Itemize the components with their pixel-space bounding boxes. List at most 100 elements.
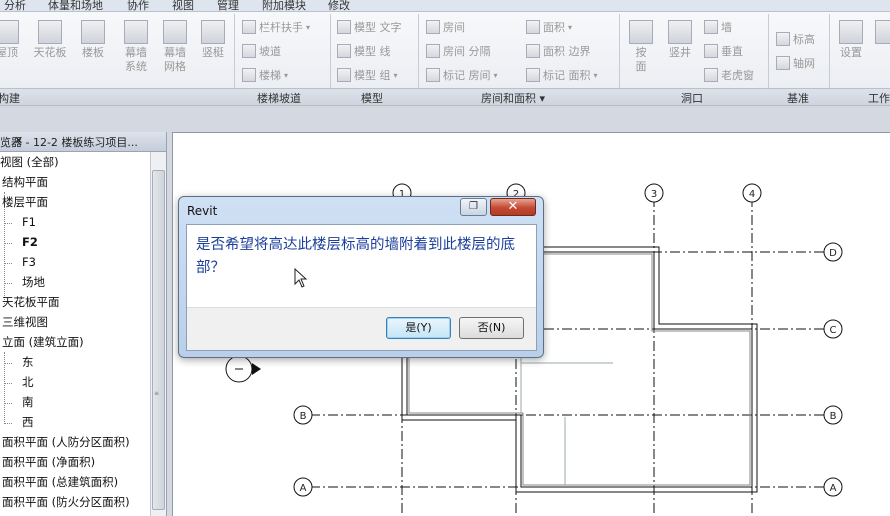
- menu-item-massing-site[interactable]: 体量和场地: [48, 0, 103, 11]
- tree-item-north[interactable]: 北: [22, 372, 34, 392]
- grid-label-c: C: [830, 325, 837, 336]
- tree-item-structural-plans[interactable]: 结构平面: [2, 172, 48, 192]
- dialog-message: 是否希望将高达此楼层标高的墙附着到此楼层的底部？: [196, 237, 515, 276]
- tree-item-f1[interactable]: F1: [22, 212, 36, 232]
- tree-item-area-plan-civil-defense[interactable]: 面积平面 (人防分区面积): [2, 432, 130, 452]
- mullion-icon: [201, 20, 225, 44]
- tree-guide-line: [4, 223, 12, 224]
- area-boundary-button[interactable]: 面积 边界: [526, 42, 591, 60]
- panel-title-room-area[interactable]: 房间和面积 ▾: [481, 90, 545, 105]
- panel-title-model: 模型: [361, 92, 383, 105]
- grid-button[interactable]: 轴网: [776, 54, 815, 72]
- tree-item-3d-views[interactable]: 三维视图: [2, 312, 48, 332]
- ceiling-label: 天花板: [33, 46, 67, 59]
- tag-area-button[interactable]: 标记 面积 ▾: [526, 66, 598, 84]
- tree-item-west[interactable]: 西: [22, 412, 34, 432]
- scrollbar-thumb[interactable]: [152, 170, 165, 510]
- tag-room-button[interactable]: 标记 房间 ▾: [426, 66, 498, 84]
- menu-item-collaborate[interactable]: 协作: [127, 0, 149, 11]
- set-workplane-button[interactable]: 设置: [834, 20, 868, 60]
- tree-item-area-plan-net[interactable]: 面积平面 (净面积): [2, 452, 95, 472]
- model-line-button[interactable]: 模型 线: [337, 42, 391, 60]
- area-button[interactable]: 面积 ▾: [526, 18, 572, 36]
- browser-scrollbar[interactable]: ≡: [150, 152, 166, 516]
- menu-item-manage[interactable]: 管理: [217, 0, 239, 11]
- grid-label-a-left: A: [300, 483, 307, 494]
- tree-item-area-plan-gross[interactable]: 面积平面 (总建筑面积): [2, 472, 118, 492]
- menu-item-analyze[interactable]: 分析: [4, 0, 26, 11]
- grid-label-b: B: [830, 411, 837, 422]
- dormer-icon: [704, 68, 718, 82]
- level-button[interactable]: 标高: [776, 30, 815, 48]
- railing-button[interactable]: 栏杆扶手 ▾: [242, 18, 310, 36]
- ribbon-gap: [0, 106, 890, 132]
- grid-label: 轴网: [793, 57, 815, 70]
- no-button[interactable]: 否(N): [459, 317, 524, 339]
- floor-button[interactable]: 楼板: [76, 20, 110, 60]
- ceiling-button[interactable]: 天花板: [28, 20, 72, 60]
- room-icon: [426, 20, 440, 34]
- menu-bar: 分析 体量和场地 协作 视图 管理 附加模块 修改: [0, 0, 890, 12]
- railing-label: 栏杆扶手: [259, 21, 303, 34]
- tree-item-f3[interactable]: F3: [22, 252, 36, 272]
- curtain-system-button[interactable]: 幕墙 系统: [118, 20, 154, 74]
- tree-guide-line: [4, 263, 12, 264]
- curtain-grid-icon: [163, 20, 187, 44]
- tree-item-site[interactable]: 场地: [22, 272, 45, 292]
- ramp-label: 坡道: [259, 45, 281, 58]
- shaft-button[interactable]: 竖井: [662, 20, 698, 60]
- tree-item-ceiling-plans[interactable]: 天花板平面: [2, 292, 60, 312]
- roof-icon: [0, 20, 19, 44]
- dialog-close-button[interactable]: ✕: [490, 198, 536, 216]
- tree-item-area-plan-fire[interactable]: 面积平面 (防火分区面积): [2, 492, 130, 512]
- yes-button[interactable]: 是(Y): [386, 317, 451, 339]
- tree-item-views-all[interactable]: 视图 (全部): [0, 152, 59, 172]
- ramp-icon: [242, 44, 256, 58]
- tree-guide-line: [4, 243, 12, 244]
- vertical-opening-icon: [704, 44, 718, 58]
- roof-button[interactable]: 屋顶: [0, 20, 22, 60]
- floor-label: 楼板: [82, 46, 104, 59]
- chevron-down-icon: ▾: [593, 70, 598, 80]
- opening-by-face-button[interactable]: 按 面: [626, 20, 656, 74]
- menu-item-view[interactable]: 视图: [172, 0, 194, 11]
- model-group-button[interactable]: 模型 组 ▾: [337, 66, 398, 84]
- room-button[interactable]: 房间: [426, 18, 465, 36]
- elevation-marker-icon[interactable]: [225, 355, 261, 383]
- panel-title-circulation: 楼梯坡道: [257, 92, 301, 105]
- dormer-label: 老虎窗: [721, 69, 754, 82]
- wall-opening-button[interactable]: 墙: [704, 18, 732, 36]
- tree-item-elevations[interactable]: 立面 (建筑立面): [2, 332, 84, 352]
- revit-dialog: Revit ❐ ✕ 是否希望将高达此楼层标高的墙附着到此楼层的底部？ 是(Y) …: [178, 196, 544, 358]
- stair-button[interactable]: 楼梯 ▾: [242, 66, 288, 84]
- tree-item-floor-plans[interactable]: 楼层平面: [2, 192, 48, 212]
- panel-title-opening: 洞口: [681, 92, 703, 105]
- area-icon: [526, 20, 540, 34]
- curtain-grid-button[interactable]: 幕墙 网格: [157, 20, 193, 74]
- chevron-down-icon: ▾: [393, 70, 398, 80]
- dialog-body: 是否希望将高达此楼层标高的墙附着到此楼层的底部？ 是(Y) 否(N): [186, 224, 537, 351]
- floor-icon: [81, 20, 105, 44]
- vertical-opening-button[interactable]: 垂直: [704, 42, 743, 60]
- grid-label-a: A: [830, 483, 837, 494]
- ribbon: 屋顶 天花板 楼板 幕墙 系统 幕墙 网格 竖梃 栏杆扶手 ▾ 坡道 楼梯 ▾ …: [0, 12, 890, 106]
- tree-item-east[interactable]: 东: [22, 352, 34, 372]
- menu-item-addins[interactable]: 附加模块: [262, 0, 306, 11]
- tree-guide-line: [4, 283, 12, 284]
- ramp-button[interactable]: 坡道: [242, 42, 281, 60]
- stair-icon: [242, 68, 256, 82]
- restore-button[interactable]: ❐: [460, 198, 487, 216]
- menu-item-modify[interactable]: 修改: [328, 0, 350, 11]
- ribbon-panel-titles: 构建 楼梯坡道 模型 房间和面积 ▾ 洞口 基准 工作: [0, 88, 890, 105]
- tree-item-south[interactable]: 南: [22, 392, 34, 412]
- close-icon[interactable]: ✕: [14, 134, 162, 147]
- dormer-button[interactable]: 老虎窗: [704, 66, 754, 84]
- room-separator-button[interactable]: 房间 分隔: [426, 42, 491, 60]
- tree-item-f2[interactable]: F2: [22, 232, 38, 252]
- show-workplane-button[interactable]: [874, 20, 890, 46]
- mullion-button[interactable]: 竖梃: [196, 20, 230, 60]
- vertical-opening-label: 垂直: [721, 45, 743, 58]
- show-workplane-icon: [875, 20, 890, 44]
- wall-opening-label: 墙: [721, 21, 732, 34]
- model-text-button[interactable]: 模型 文字: [337, 18, 402, 36]
